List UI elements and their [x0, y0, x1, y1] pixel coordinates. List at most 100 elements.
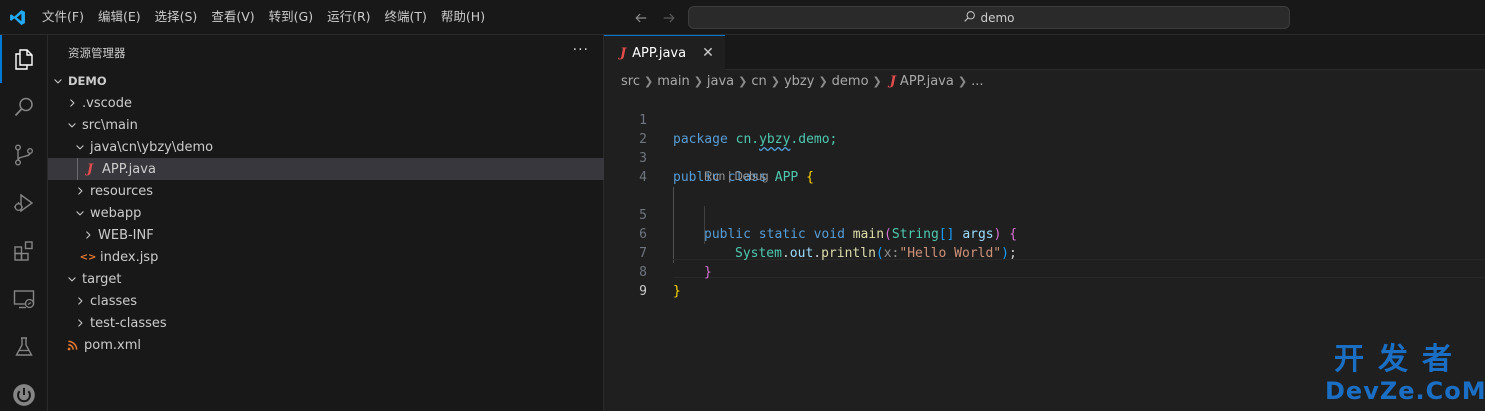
chevron-down-icon	[72, 139, 88, 155]
tree-item-label: webapp	[90, 205, 142, 221]
tree-item-label: index.jsp	[100, 249, 159, 265]
tree-item-index-jsp[interactable]: <> index.jsp	[48, 246, 604, 268]
tree-item-label: java\cn\ybzy\demo	[90, 139, 214, 155]
tree-item-classes[interactable]: classes	[48, 290, 604, 312]
watermark-logo: 开发者 DevZe.CoM	[1325, 343, 1485, 406]
code-line: 7 }	[604, 225, 1485, 280]
tree-item-label: target	[82, 271, 122, 287]
tree-item-vscode[interactable]: .vscode	[48, 92, 604, 114]
chevron-right-icon: ❯	[770, 74, 780, 88]
explorer-icon[interactable]	[0, 35, 48, 83]
chevron-right-icon: ❯	[693, 74, 703, 88]
tree-item-label: APP.java	[102, 161, 156, 177]
close-icon[interactable]: ✕	[699, 44, 717, 62]
breadcrumb-item[interactable]: java	[707, 74, 734, 89]
tree-item-label: resources	[90, 183, 154, 199]
menu-bar: 文件(F) 编辑(E) 选择(S) 查看(V) 转到(G) 运行(R) 终端(T…	[35, 0, 492, 35]
breadcrumb-item[interactable]: demo	[832, 74, 869, 89]
java-file-icon: J	[620, 45, 627, 61]
chevron-down-icon	[50, 73, 66, 89]
tree-item-resources[interactable]: resources	[48, 180, 604, 202]
breadcrumb-item[interactable]: main	[657, 74, 689, 89]
chevron-right-icon: ❯	[818, 74, 828, 88]
chevron-right-icon	[64, 95, 80, 111]
chevron-down-icon	[72, 205, 88, 221]
rss-file-icon	[64, 337, 80, 353]
forward-arrow-icon[interactable]	[658, 7, 680, 29]
extensions-icon[interactable]	[0, 227, 48, 275]
breadcrumb-item[interactable]: cn	[751, 74, 766, 89]
tab-app-java[interactable]: J APP.java ✕	[604, 35, 725, 70]
chevron-down-icon	[64, 271, 80, 287]
menu-selection[interactable]: 选择(S)	[148, 5, 205, 29]
breadcrumb-item[interactable]: ...	[971, 74, 983, 89]
tree-item-label: test-classes	[90, 315, 167, 331]
back-arrow-icon[interactable]	[630, 7, 652, 29]
tree-item-web-inf[interactable]: WEB-INF	[48, 224, 604, 246]
command-center-search[interactable]: demo	[688, 6, 1290, 29]
run-debug-icon[interactable]	[0, 179, 48, 227]
navigation-arrows	[630, 0, 680, 35]
breadcrumb-item[interactable]: ybzy	[784, 74, 814, 89]
testing-icon[interactable]	[0, 323, 48, 371]
tree-root-label: DEMO	[68, 74, 107, 88]
spring-boot-icon[interactable]	[0, 371, 48, 411]
command-center-text: demo	[980, 10, 1015, 25]
breadcrumb-item[interactable]: src	[621, 74, 640, 89]
editor-tabs: J APP.java ✕	[604, 35, 1485, 70]
code-line: 2	[604, 111, 1485, 147]
jsp-file-icon: <>	[79, 251, 97, 263]
code-line: 1 package cn.ybzy.demo;	[604, 92, 1485, 147]
tree-item-pom-xml[interactable]: pom.xml	[48, 334, 604, 356]
tree-item-label: .vscode	[82, 95, 132, 111]
menu-go[interactable]: 转到(G)	[262, 5, 320, 29]
menu-edit[interactable]: 编辑(E)	[91, 5, 148, 29]
menu-view[interactable]: 查看(V)	[204, 5, 261, 29]
chevron-right-icon: ❯	[643, 74, 654, 88]
java-file-icon: J	[86, 161, 94, 177]
code-line: 6 System.out.println(x:"Hello World");	[604, 206, 1485, 261]
menu-terminal[interactable]: 终端(T)	[378, 5, 434, 29]
code-line: 3 public class APP {	[604, 130, 1485, 185]
breadcrumb: src ❯ main ❯ java ❯ cn ❯ ybzy ❯ demo ❯ J…	[604, 70, 1485, 92]
watermark-bottom-text: DevZe.CoM	[1325, 377, 1485, 405]
title-bar: 文件(F) 编辑(E) 选择(S) 查看(V) 转到(G) 运行(R) 终端(T…	[0, 0, 1485, 35]
run-debug-codelens[interactable]: Run | Debug	[704, 168, 768, 187]
code-line: 5 public static void main(String[] args)…	[604, 187, 1485, 242]
line-number: 9	[639, 284, 647, 299]
tree-item-webapp[interactable]: webapp	[48, 202, 604, 224]
more-actions-icon[interactable]: ···	[573, 42, 589, 58]
java-file-icon: J	[889, 73, 896, 89]
tree-item-label: src\main	[82, 117, 138, 133]
search-icon[interactable]	[0, 83, 48, 131]
chevron-right-icon: ❯	[872, 74, 882, 88]
tree-item-label: WEB-INF	[98, 227, 154, 243]
menu-help[interactable]: 帮助(H)	[434, 5, 492, 29]
tree-item-target[interactable]: target	[48, 268, 604, 290]
menu-file[interactable]: 文件(F)	[35, 5, 91, 29]
chevron-right-icon: ❯	[738, 74, 748, 88]
tree-root-demo[interactable]: DEMO	[48, 70, 604, 92]
source-control-icon[interactable]	[0, 131, 48, 179]
remote-explorer-icon[interactable]	[0, 275, 48, 323]
tree-item-java-package[interactable]: java\cn\ybzy\demo	[48, 136, 604, 158]
chevron-right-icon	[80, 227, 96, 243]
code-line: 9	[604, 263, 1485, 299]
chevron-right-icon	[72, 315, 88, 331]
code-line: 4	[604, 149, 1485, 185]
tab-label: APP.java	[632, 45, 687, 61]
tree-item-app-java[interactable]: J APP.java	[48, 158, 604, 180]
menu-run[interactable]: 运行(R)	[320, 5, 377, 29]
tree-item-test-classes[interactable]: test-classes	[48, 312, 604, 334]
search-icon	[963, 10, 976, 26]
code-line: 8 }	[604, 244, 1485, 299]
activity-bar	[0, 35, 48, 411]
tree-item-src-main[interactable]: src\main	[48, 114, 604, 136]
explorer-title: 资源管理器	[68, 45, 126, 60]
chevron-right-icon	[72, 183, 88, 199]
tree-item-label: pom.xml	[84, 337, 141, 353]
chevron-right-icon	[72, 293, 88, 309]
breadcrumb-item[interactable]: APP.java	[900, 74, 954, 89]
indent-guide	[77, 158, 78, 180]
tree-item-label: classes	[90, 293, 138, 309]
